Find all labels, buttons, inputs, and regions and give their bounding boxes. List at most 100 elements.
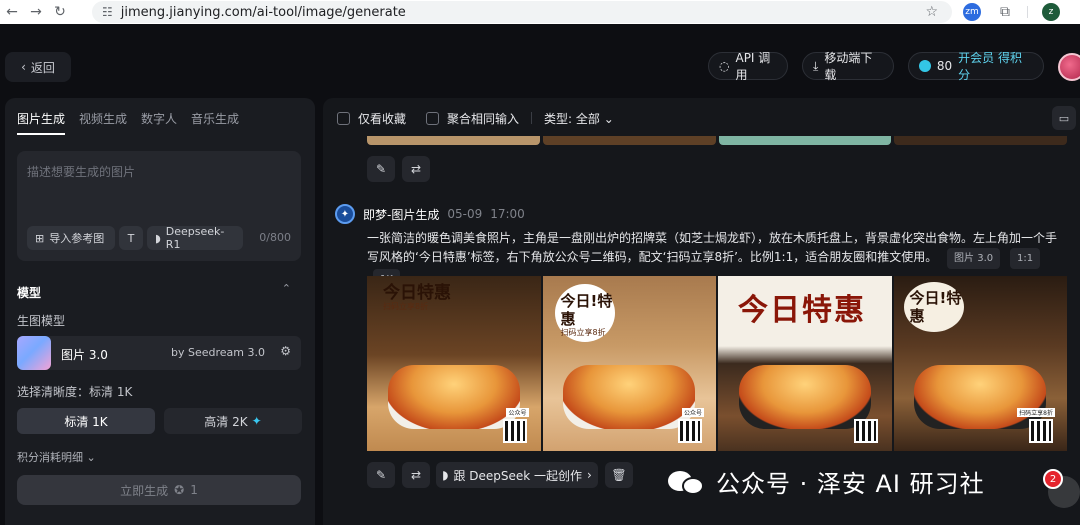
forward-arrow-icon[interactable]: → xyxy=(24,4,48,20)
chevron-down-icon: ⌄ xyxy=(86,451,96,464)
previous-image-2[interactable] xyxy=(542,136,716,145)
generate-label: 立即生成 xyxy=(120,483,169,498)
tab-digital-human[interactable]: 数字人 xyxy=(141,110,177,135)
special-offer-badge: 今日!特惠 扫码立享8折 xyxy=(554,284,615,342)
result-image-2[interactable]: 今日!特惠 扫码立享8折 公众号 xyxy=(542,276,716,451)
text-style-button[interactable]: T xyxy=(119,226,143,250)
qr-code xyxy=(678,419,702,443)
url-text: jimeng.jianying.com/ai-tool/image/genera… xyxy=(120,4,406,20)
credit-coin-icon: ✪ xyxy=(174,483,185,497)
result-image-1[interactable]: 今日特惠 扫码立享8折 公众号 xyxy=(367,276,541,451)
lobster-dish xyxy=(563,365,696,429)
gen-model-label: 生图模型 xyxy=(17,314,66,328)
merge-input-label: 聚合相同输入 xyxy=(447,111,520,126)
deepseek-label: Deepseek-R1 xyxy=(165,225,225,251)
profile-icon[interactable]: z xyxy=(1042,3,1060,21)
tab-music-generate[interactable]: 音乐生成 xyxy=(191,110,239,135)
user-avatar[interactable] xyxy=(1058,53,1080,81)
tool-tabs: 图片生成 视频生成 数字人 音乐生成 xyxy=(17,110,239,135)
text-format-icon: T xyxy=(127,231,135,245)
address-bar[interactable]: ☷ jimeng.jianying.com/ai-tool/image/gene… xyxy=(92,1,952,23)
generate-cost: 1 xyxy=(190,483,198,497)
qr-code xyxy=(502,419,527,443)
special-offer-headline: 今日特惠 xyxy=(738,293,866,328)
delete-button[interactable]: 🗑 xyxy=(605,462,633,488)
jimeng-logo-icon: ✦ xyxy=(335,204,355,224)
model-provider: by Seedream 3.0 xyxy=(171,346,265,359)
qr-caption: 公众号 xyxy=(506,408,529,417)
folder-icon[interactable]: ▭ xyxy=(1052,106,1076,130)
message-header: ✦ 即梦-图片生成 05-09 17:00 xyxy=(335,204,525,224)
settings-sliders-icon[interactable]: ⚙ xyxy=(280,344,291,358)
qr-code xyxy=(1029,419,1053,443)
filter-bar: 仅看收藏 聚合相同输入 类型: 全部 ⌄ xyxy=(337,109,614,127)
notification-badge[interactable]: 2 xyxy=(1043,469,1063,489)
previous-image-3[interactable] xyxy=(718,136,892,145)
edit-prompt-button[interactable]: ✎ xyxy=(367,462,395,488)
edit-prompt-button[interactable]: ✎ xyxy=(367,156,395,182)
resolution-sd-button[interactable]: 标清 1K xyxy=(17,408,155,434)
deepseek-whale-icon: ◗ xyxy=(155,231,161,245)
tab-video-generate[interactable]: 视频生成 xyxy=(79,110,127,135)
site-settings-icon[interactable]: ☷ xyxy=(102,5,113,19)
image-add-icon: ⊞ xyxy=(35,231,45,245)
reload-icon[interactable]: ↻ xyxy=(48,4,72,20)
model-selector[interactable]: 图片 3.0 by Seedream 3.0 ⚙ xyxy=(17,336,301,370)
special-offer-badge: 今日特惠 扫码立享8折 xyxy=(383,283,451,311)
tab-image-generate[interactable]: 图片生成 xyxy=(17,110,66,135)
deepseek-cocreate-button[interactable]: ◗ 跟 DeepSeek 一起创作 › xyxy=(436,462,598,488)
char-counter: 0/800 xyxy=(259,231,291,244)
favorites-label: 仅看收藏 xyxy=(358,111,407,126)
regenerate-button[interactable]: ⇄ xyxy=(402,156,430,182)
deepseek-cocreate-label: 跟 DeepSeek 一起创作 xyxy=(453,468,583,483)
import-reference-button[interactable]: ⊞ 导入参考图 xyxy=(27,226,115,250)
collapse-chevron-icon[interactable]: ⌃ xyxy=(282,282,291,295)
resolution-sd-label: 标清 1K xyxy=(64,414,108,429)
vip-label: 开会员 得积分 xyxy=(958,51,1022,82)
back-label: 返回 xyxy=(30,60,55,75)
model-thumbnail xyxy=(17,336,51,370)
sender-name: 即梦-图片生成 xyxy=(363,207,440,222)
result-gallery: 今日特惠 扫码立享8折 公众号 今日!特惠 扫码立享8折 公众号 今日特惠 今日… xyxy=(367,276,1067,451)
resolution-label: 选择清晰度：标清 1K xyxy=(17,385,133,399)
prompt-input[interactable]: 描述想要生成的图片 ⊞ 导入参考图 T ◗ Deepseek-R1 0/800 xyxy=(17,151,301,261)
resolution-hd-label: 高清 2K xyxy=(204,414,248,429)
deepseek-whale-icon: ◗ xyxy=(442,468,449,482)
credits-detail-toggle[interactable]: 积分消耗明细 ⌄ xyxy=(17,449,96,465)
qr-code xyxy=(853,419,878,443)
points-coin-icon xyxy=(919,60,931,72)
mobile-download-button[interactable]: ⤓ 移动端下载 xyxy=(802,51,894,82)
wechat-logo-icon xyxy=(668,467,708,497)
api-chat-icon: ◌ xyxy=(719,59,730,73)
api-label: API 调用 xyxy=(735,51,771,82)
sender-date: 05-09 xyxy=(447,207,483,221)
sender-time: 17:00 xyxy=(490,207,525,221)
back-arrow-icon[interactable]: ← xyxy=(0,4,24,20)
download-label: 移动端下载 xyxy=(824,51,873,82)
previous-image-4[interactable] xyxy=(894,136,1067,145)
lobster-dish xyxy=(738,365,871,429)
download-icon: ⤓ xyxy=(813,58,819,73)
deepseek-toggle[interactable]: ◗ Deepseek-R1 xyxy=(147,225,243,251)
favorites-checkbox[interactable] xyxy=(337,111,350,125)
left-panel: 图片生成 视频生成 数字人 音乐生成 描述想要生成的图片 ⊞ 导入参考图 T ◗… xyxy=(5,98,315,525)
back-button[interactable]: ‹ 返回 xyxy=(5,52,71,82)
trash-icon: 🗑 xyxy=(611,468,627,482)
previous-results-strip xyxy=(367,136,1067,145)
extensions-puzzle-icon[interactable]: ⧉ xyxy=(996,3,1014,21)
api-button[interactable]: ◌ API 调用 xyxy=(708,51,788,82)
pencil-icon: ✎ xyxy=(375,468,387,482)
previous-image-1[interactable] xyxy=(367,136,540,145)
regenerate-button[interactable]: ⇄ xyxy=(402,462,430,488)
points-vip-button[interactable]: 80 开会员 得积分 xyxy=(908,51,1044,82)
resolution-hd-button[interactable]: 高清 2K ✦ xyxy=(164,408,302,434)
zm-extension-icon[interactable]: zm xyxy=(963,3,981,21)
merge-input-checkbox[interactable] xyxy=(426,111,440,125)
type-filter-dropdown[interactable]: 类型: 全部 ⌄ xyxy=(544,110,614,127)
lobster-dish xyxy=(914,365,1047,429)
app-header: ‹ 返回 ◌ API 调用 ⤓ 移动端下载 80 开会员 得积分 xyxy=(0,32,1080,98)
bookmark-star-icon[interactable]: ☆ xyxy=(925,4,938,20)
generate-button[interactable]: 立即生成 ✪ 1 xyxy=(17,475,301,505)
result-image-3[interactable]: 今日特惠 xyxy=(718,276,892,451)
result-image-4[interactable]: 今日!特惠 扫码立享8折 xyxy=(893,276,1067,451)
